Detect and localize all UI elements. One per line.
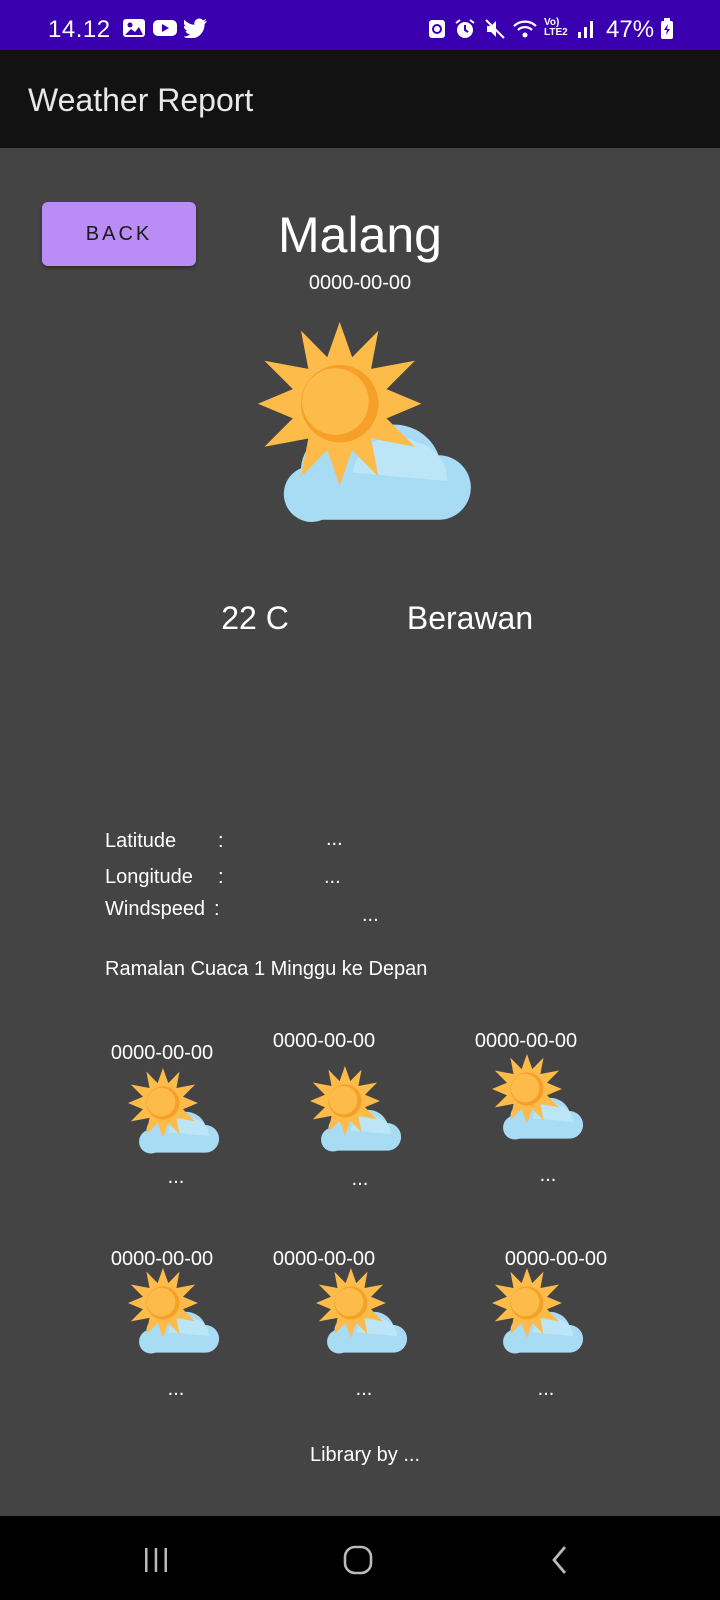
mute-icon (484, 18, 508, 39)
forecast-day-3-desc: ... (539, 1164, 557, 1186)
back-button[interactable]: BACK (42, 202, 196, 266)
forecast-day-5-desc: ... (355, 1378, 373, 1400)
battery-icon (660, 18, 674, 39)
forecast-day-2-desc: ... (351, 1168, 369, 1190)
city-name: Malang (278, 207, 442, 263)
longitude-label: Longitude (105, 866, 193, 888)
weather-condition: Berawan (406, 600, 534, 636)
back-nav-icon[interactable] (538, 1538, 582, 1582)
alarm-icon (454, 18, 478, 38)
app-title: Weather Report (28, 82, 254, 118)
partly-cloudy-icon (492, 1054, 584, 1146)
recent-apps-icon[interactable] (134, 1538, 178, 1582)
sync-icon (426, 18, 450, 38)
battery-percent: 47% (606, 16, 655, 43)
forecast-day-1-date: 0000-00-00 (110, 1042, 214, 1064)
forecast-day-3-date: 0000-00-00 (474, 1030, 578, 1052)
latitude-label: Latitude (105, 830, 177, 852)
longitude-value: ... (324, 866, 341, 888)
status-time: 14.12 (48, 16, 111, 43)
gallery-icon (122, 18, 146, 38)
current-date: 0000-00-00 (308, 272, 412, 294)
latitude-colon: : (218, 830, 224, 852)
youtube-icon (152, 18, 177, 38)
partly-cloudy-icon (310, 1066, 402, 1158)
volte-lte2-icon: Vo) LTE2 (544, 17, 568, 38)
forecast-day-6-desc: ... (537, 1378, 555, 1400)
home-icon[interactable] (336, 1538, 380, 1582)
forecast-day-1-desc: ... (167, 1166, 185, 1188)
signal-icon (576, 18, 600, 38)
partly-cloudy-icon (128, 1268, 220, 1360)
partly-cloudy-icon (492, 1268, 584, 1360)
latitude-value: ... (326, 828, 343, 850)
twitter-icon (182, 18, 208, 39)
longitude-colon: : (218, 866, 224, 888)
windspeed-value: ... (362, 904, 379, 926)
forecast-day-2-date: 0000-00-00 (272, 1030, 376, 1052)
library-credit: Library by ... (309, 1444, 421, 1466)
partly-cloudy-icon (258, 322, 473, 537)
windspeed-colon: : (214, 898, 220, 920)
forecast-heading: Ramalan Cuaca 1 Minggu ke Depan (105, 958, 428, 980)
windspeed-label: Windspeed (105, 898, 206, 920)
partly-cloudy-icon (128, 1068, 220, 1160)
temperature: 22 C (221, 600, 289, 636)
partly-cloudy-icon (316, 1268, 408, 1360)
forecast-day-4-desc: ... (167, 1378, 185, 1400)
wifi-icon (512, 18, 537, 38)
